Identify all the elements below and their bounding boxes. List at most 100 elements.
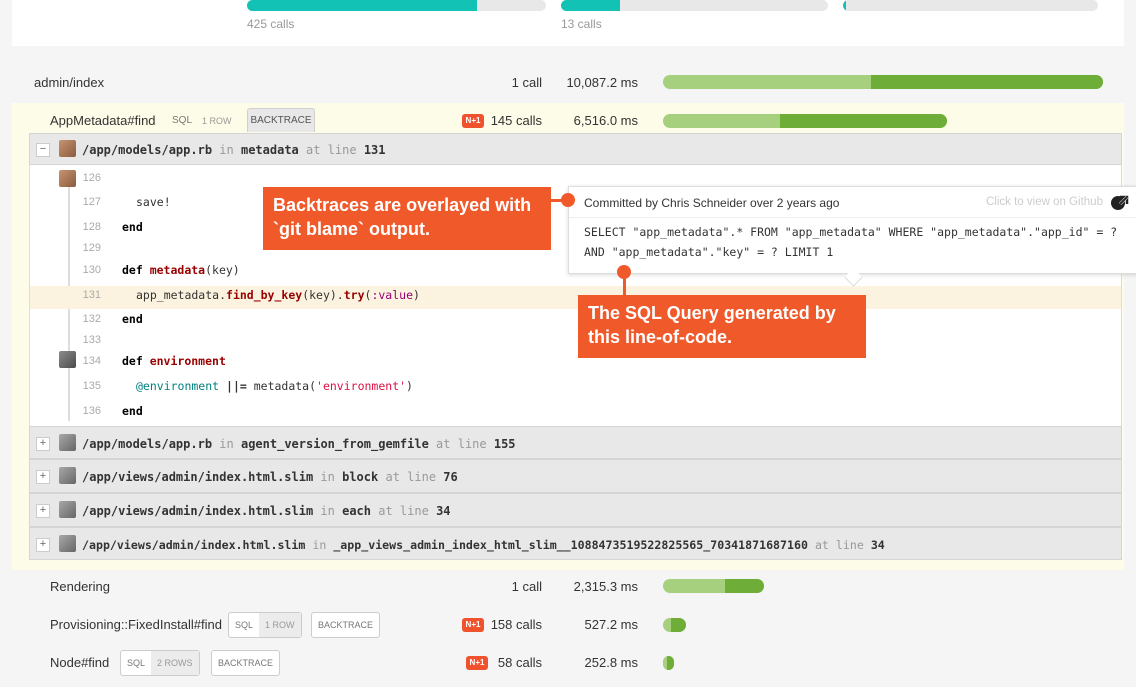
frame-in: in	[320, 504, 335, 518]
frame-method: each	[342, 504, 372, 518]
code-part: metadata(	[253, 379, 317, 393]
row-bar-rendering-dark	[725, 579, 764, 593]
callout-git-blame: Backtraces are overlayed with `git blame…	[263, 187, 551, 250]
backtrace-frame-0-text: /app/models/app.rb in metadata at line 1…	[82, 143, 386, 157]
code-line: end	[122, 220, 143, 234]
tag-rows-label: 1 ROW	[259, 613, 301, 637]
row-bar-provisioning-dark	[671, 618, 686, 632]
code-line: save!	[136, 195, 171, 209]
code-part: )	[406, 379, 413, 393]
tag-sql-label: SQL	[127, 658, 146, 668]
frame-method: block	[342, 470, 379, 484]
row-calls-node: 58 calls	[497, 655, 542, 670]
metric-calls-1: 425 calls	[247, 17, 295, 31]
commit-info: Committed by Chris Schneider over 2 year…	[584, 196, 840, 210]
backtrace-frame-4[interactable]: + /app/views/admin/index.html.slim in _a…	[29, 527, 1122, 560]
line-number: 126	[82, 172, 101, 184]
metric-bar-2	[561, 0, 828, 11]
row-calls-appmetadata: 145 calls	[490, 113, 542, 128]
frame-at-line: at line	[378, 504, 429, 518]
code-part: )	[413, 288, 420, 302]
expand-toggle[interactable]: +	[36, 437, 50, 451]
frame-path: /app/views/admin/index.html.slim	[82, 538, 306, 552]
callout-git-blame-line2: `git blame` output.	[273, 219, 430, 239]
backtrace-frame-2[interactable]: + /app/views/admin/index.html.slim in bl…	[29, 459, 1122, 493]
expand-toggle[interactable]: +	[36, 538, 50, 552]
backtrace-frame-4-text: /app/views/admin/index.html.slim in _app…	[82, 538, 885, 552]
line-number: 127	[82, 196, 101, 208]
metric-bar-3	[843, 0, 1098, 11]
row-calls-admin-index: 1 call	[511, 75, 542, 90]
code-keyword: def	[122, 354, 150, 368]
git-blame-tooltip: Committed by Chris Schneider over 2 year…	[568, 186, 1136, 287]
frame-method: agent_version_from_gemfile	[240, 437, 429, 451]
frame-path: /app/views/admin/index.html.slim	[82, 504, 314, 518]
row-time-node: 252.8 ms	[584, 655, 638, 670]
callout-git-blame-line1: Backtraces are overlayed with	[273, 195, 532, 215]
code-method-name: metadata	[149, 263, 206, 277]
avatar	[59, 170, 76, 187]
avatar	[59, 434, 76, 451]
row-label-rendering[interactable]: Rendering	[50, 579, 110, 594]
line-number: 133	[82, 334, 101, 346]
tag-sql-appmetadata: SQL	[172, 115, 193, 126]
code-keyword: def	[122, 263, 150, 277]
row-bar-appmetadata	[663, 114, 947, 128]
code-part: try	[343, 288, 365, 302]
sql-query-line-2: AND "app_metadata"."key" = ? LIMIT 1	[584, 245, 834, 259]
metric-bar-1	[247, 0, 546, 11]
frame-at-line: at line	[436, 437, 487, 451]
code-part: :value	[371, 288, 413, 302]
tag-rows-appmetadata: 1 ROW	[202, 116, 232, 126]
code-args: (key)	[205, 263, 240, 277]
frame-method: _app_views_admin_index_html_slim__108847…	[333, 538, 808, 552]
row-bar-node	[663, 656, 674, 670]
metric-bar-1-fill	[247, 0, 478, 11]
collapse-toggle[interactable]: −	[36, 143, 50, 157]
line-number: 135	[82, 380, 101, 392]
frame-method: metadata	[240, 143, 299, 157]
frame-in: in	[219, 143, 234, 157]
expand-toggle[interactable]: +	[36, 504, 50, 518]
top-metrics-panel: 425 calls 13 calls	[12, 0, 1124, 46]
code-line: def environment	[122, 354, 226, 368]
frame-path: /app/models/app.rb	[82, 437, 213, 451]
code-line: end	[122, 404, 143, 418]
tag-rows-label: 2 ROWS	[151, 651, 199, 675]
tag-sql-label: SQL	[235, 620, 254, 630]
frame-line: 131	[363, 143, 386, 157]
row-label-appmetadata[interactable]: AppMetadata#find	[50, 113, 156, 128]
code-part: (key).	[302, 288, 344, 302]
frame-in: in	[312, 538, 327, 552]
row-label-admin-index[interactable]: admin/index	[34, 75, 104, 90]
backtrace-button-provisioning[interactable]: BACKTRACE	[311, 612, 381, 638]
backtrace-frame-2-text: /app/views/admin/index.html.slim in bloc…	[82, 470, 458, 484]
github-link[interactable]: Click to view on Github	[986, 196, 1103, 208]
row-time-provisioning: 527.2 ms	[584, 617, 638, 632]
frame-path: /app/models/app.rb	[82, 143, 213, 157]
code-method-name: environment	[149, 354, 226, 368]
line-number: 136	[82, 405, 101, 417]
github-icon[interactable]	[1109, 193, 1129, 213]
frame-path: /app/views/admin/index.html.slim	[82, 470, 314, 484]
code-part: app_metadata.	[136, 288, 227, 302]
avatar	[59, 351, 76, 368]
avatar	[59, 535, 76, 552]
row-bar-appmetadata-dark	[780, 114, 947, 128]
metric-bar-3-fill	[843, 0, 846, 11]
row-bar-provisioning	[663, 618, 686, 632]
backtrace-frame-3[interactable]: + /app/views/admin/index.html.slim in ea…	[29, 493, 1122, 527]
row-label-provisioning[interactable]: Provisioning::FixedInstall#find	[50, 617, 222, 632]
backtrace-button-appmetadata[interactable]: BACKTRACE	[247, 108, 315, 132]
row-label-node[interactable]: Node#find	[50, 655, 109, 670]
expand-toggle[interactable]: +	[36, 470, 50, 484]
row-time-appmetadata: 6,516.0 ms	[573, 113, 638, 128]
line-number: 134	[82, 355, 101, 367]
code-line-131: app_metadata.find_by_key(key).try(:value…	[136, 288, 420, 302]
github-icon-svg	[1111, 195, 1129, 210]
line-number: 130	[82, 264, 101, 276]
code-line: end	[122, 312, 143, 326]
backtrace-frame-0[interactable]: − /app/models/app.rb in metadata at line…	[29, 133, 1122, 165]
backtrace-frame-1[interactable]: + /app/models/app.rb in agent_version_fr…	[29, 426, 1122, 459]
backtrace-button-node[interactable]: BACKTRACE	[211, 650, 281, 676]
